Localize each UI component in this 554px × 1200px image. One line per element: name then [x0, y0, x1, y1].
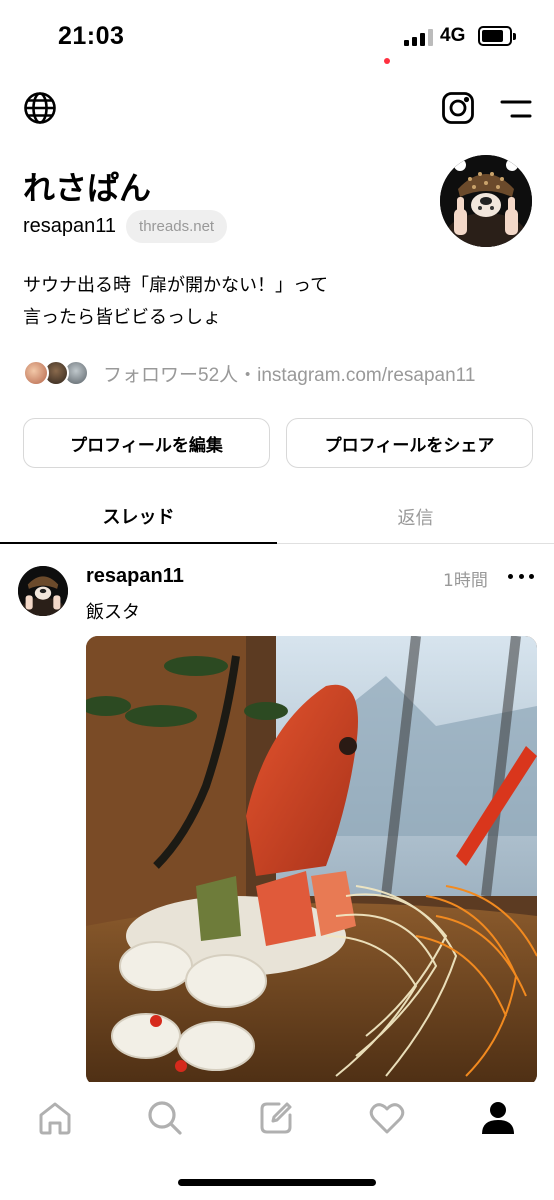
battery-icon	[478, 26, 516, 46]
post-text: 飯スタ	[86, 602, 140, 623]
network-type: 4G	[440, 25, 466, 46]
profile-avatar[interactable]	[440, 155, 532, 247]
followers-link[interactable]: フォロワー52人・instagram.com/resapan11	[103, 360, 533, 387]
profile-display-name: れさぱん	[23, 169, 152, 207]
handle-row: resapan11 threads.net	[23, 210, 228, 243]
globe-icon[interactable]	[22, 90, 58, 126]
followers-row[interactable]: フォロワー52人・instagram.com/resapan11	[23, 358, 533, 388]
profile-actions: プロフィールを編集 プロフィールをシェア	[23, 418, 533, 468]
search-icon[interactable]	[145, 1098, 185, 1138]
post-username[interactable]: resapan11	[86, 565, 184, 588]
instagram-icon[interactable]	[440, 90, 476, 126]
home-icon[interactable]	[35, 1098, 75, 1138]
profile-handle: resapan11	[23, 215, 117, 237]
profile-icon[interactable]	[478, 1098, 518, 1138]
profile-bio: サウナ出る時「扉が開かない！」って 言ったら皆ビビるっしょ	[23, 270, 328, 334]
tab-threads[interactable]: スレッド	[0, 490, 277, 544]
domain-badge[interactable]: threads.net	[126, 210, 228, 243]
post-timestamp: 1時間	[443, 571, 488, 591]
post-avatar[interactable]	[18, 566, 68, 616]
bio-line: 言ったら皆ビビるっしょ	[23, 307, 221, 328]
follower-avatars	[23, 358, 91, 388]
tab-replies[interactable]: 返信	[277, 490, 554, 544]
status-bar: 21:03 4G	[0, 0, 554, 75]
profile-tabs: スレッド 返信	[0, 490, 554, 544]
notification-dot	[384, 58, 390, 64]
post-image[interactable]	[86, 636, 537, 1086]
signal-icon	[404, 28, 433, 46]
more-options-icon[interactable]	[508, 566, 534, 586]
status-time: 21:03	[58, 22, 125, 50]
menu-icon[interactable]	[498, 96, 534, 122]
share-profile-button[interactable]: プロフィールをシェア	[286, 418, 533, 468]
home-indicator	[178, 1179, 376, 1186]
compose-icon[interactable]	[256, 1098, 296, 1138]
follower-avatar	[23, 360, 49, 386]
bio-line: サウナ出る時「扉が開かない！」って	[23, 275, 329, 296]
edit-profile-button[interactable]: プロフィールを編集	[23, 418, 270, 468]
heart-icon[interactable]	[367, 1098, 407, 1138]
